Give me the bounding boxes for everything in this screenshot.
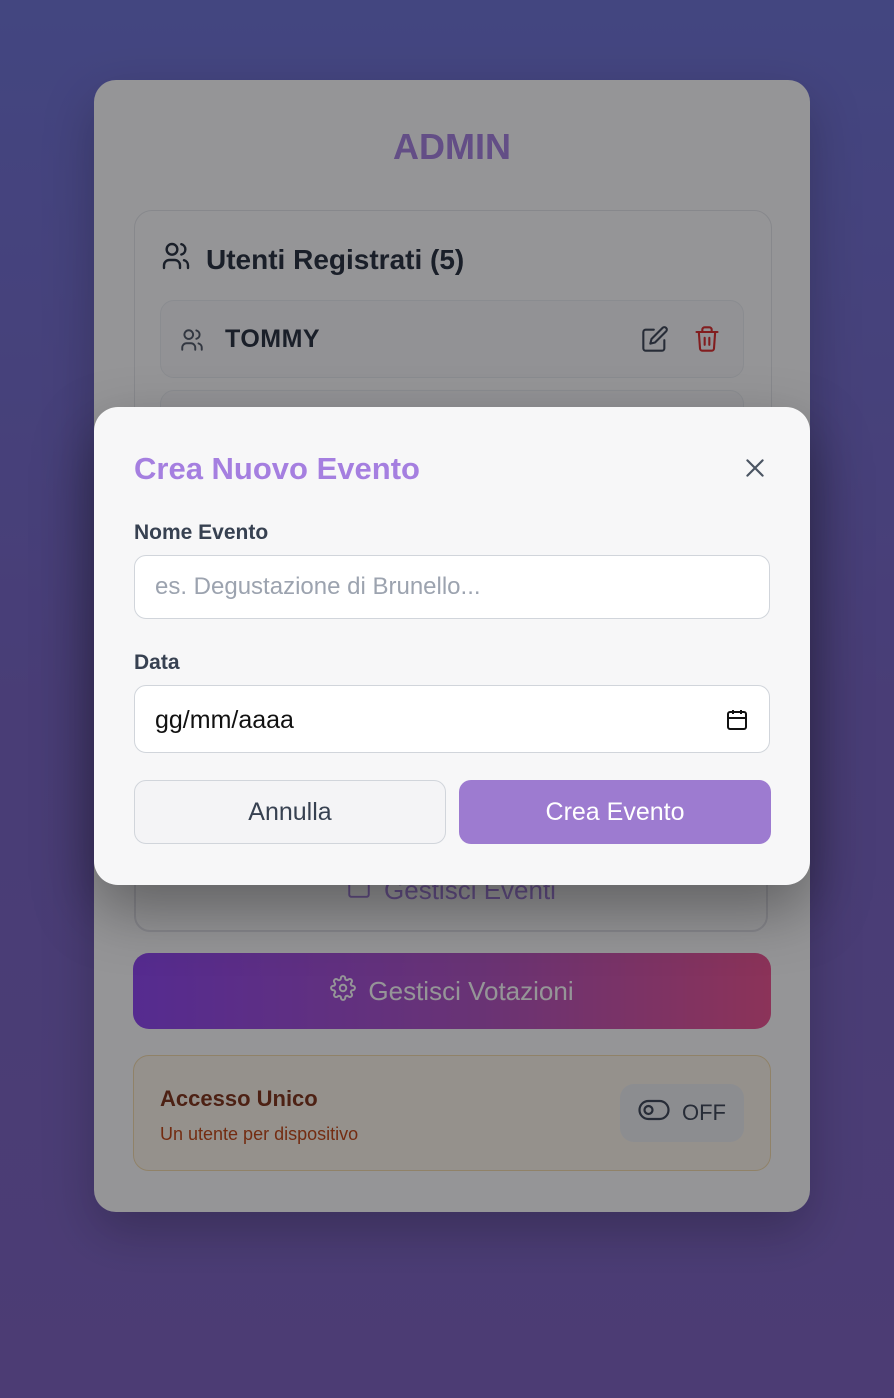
create-event-button[interactable]: Crea Evento [459,780,771,844]
date-input[interactable]: gg/mm/aaaa [134,685,770,753]
event-name-input[interactable] [134,555,770,619]
date-placeholder: gg/mm/aaaa [155,706,294,734]
create-event-modal: Crea Nuovo Evento Nome Evento Data gg/mm… [94,407,810,885]
cancel-button[interactable]: Annulla [134,780,446,844]
event-name-label: Nome Evento [134,521,269,544]
date-label: Data [134,651,180,674]
close-icon[interactable] [742,455,768,481]
calendar-picker-icon[interactable] [725,708,749,737]
modal-title: Crea Nuovo Evento [134,451,420,486]
